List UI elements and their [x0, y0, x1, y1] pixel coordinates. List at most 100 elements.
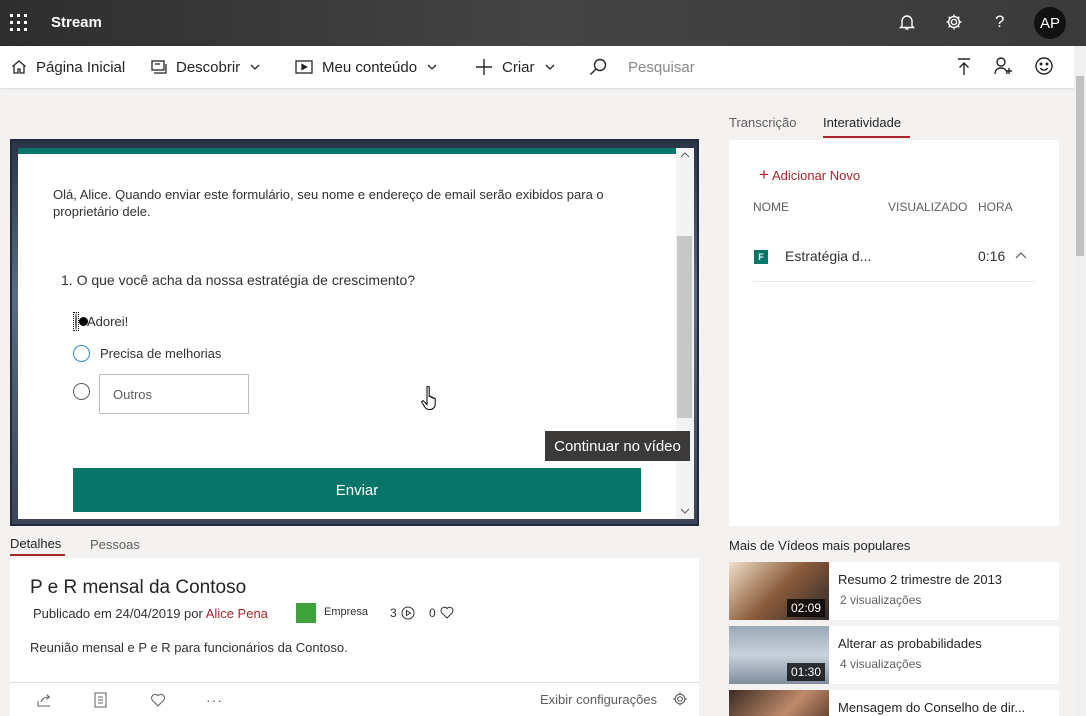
chevron-down-icon — [545, 64, 555, 70]
play-circle-icon — [401, 606, 415, 620]
form-intro-text: Olá, Alice. Quando enviar este formulári… — [53, 187, 604, 219]
forms-overlay: Olá, Alice. Quando enviar este formulári… — [18, 148, 694, 519]
video-card[interactable]: 01:30 Alterar as probabilidades 4 visual… — [729, 626, 1059, 684]
video-card-title[interactable]: Resumo 2 trimestre de 2013 — [838, 572, 1002, 587]
group-name[interactable]: Empresa — [324, 606, 368, 618]
video-thumbnail[interactable]: 01:30 — [729, 626, 829, 684]
popular-videos-title: Mais de Vídeos mais populares — [729, 538, 911, 553]
video-card[interactable]: 02:09 Resumo 2 trimestre de 2013 2 visua… — [729, 562, 1059, 620]
nav-discover[interactable]: Descobrir — [151, 46, 260, 88]
column-header-viewed: VISUALIZADO — [888, 200, 968, 214]
video-card-title[interactable]: Alterar as probabilidades — [838, 636, 982, 651]
row-name: Estratégia d... — [785, 248, 872, 264]
app-launcher-icon[interactable] — [10, 14, 28, 32]
add-new-label: Adicionar Novo — [771, 167, 861, 183]
submit-button[interactable]: Enviar — [73, 468, 641, 512]
video-card-views: 4 visualizações — [840, 657, 922, 671]
tab-people[interactable]: Pessoas — [90, 537, 140, 552]
video-thumbnail[interactable]: 02:09 — [729, 562, 829, 620]
tab-transcript[interactable]: Transcrição — [729, 115, 796, 130]
nav-home[interactable]: Página Inicial — [11, 46, 125, 88]
video-thumbnail[interactable] — [729, 690, 829, 716]
more-icon[interactable]: ··· — [206, 692, 223, 708]
search-input[interactable]: Pesquisar — [628, 59, 695, 76]
video-card-title[interactable]: Mensagem do Conselho de dir... — [838, 700, 1025, 715]
form-question: 1. O que você acha da nossa estratégia d… — [61, 272, 416, 288]
nav-home-label: Página Inicial — [36, 58, 126, 76]
video-card-views: 2 visualizações — [840, 593, 922, 607]
like-count: 0 — [429, 606, 436, 620]
column-header-name: NOME — [753, 200, 789, 214]
nav-discover-label: Descobrir — [176, 58, 241, 76]
tab-details[interactable]: Detalhes — [10, 536, 61, 551]
video-title: P e R mensal da Contoso — [30, 577, 247, 598]
bell-icon[interactable] — [898, 13, 916, 31]
plus-icon: + — [759, 165, 769, 184]
published-info: Publicado em 24/04/2019 por Alice Pena — [33, 606, 268, 621]
chevron-down-icon[interactable] — [680, 508, 690, 514]
settings-link[interactable]: Exibir configurações — [540, 692, 657, 707]
continue-video-button[interactable]: Continuar no vídeo — [545, 431, 690, 461]
add-person-icon[interactable] — [994, 57, 1014, 75]
app-title[interactable]: Stream — [51, 14, 102, 31]
row-time: 0:16 — [978, 248, 1006, 264]
radio-unselected[interactable] — [73, 345, 90, 362]
group-icon — [296, 603, 316, 623]
nav-create-label: Criar — [502, 58, 535, 76]
video-duration: 01:30 — [786, 663, 825, 681]
video-description: Reunião mensal e P e R para funcionários… — [30, 640, 348, 655]
heart-icon[interactable] — [150, 693, 166, 707]
help-icon[interactable]: ? — [995, 12, 1004, 32]
video-card[interactable]: Mensagem do Conselho de dir... — [729, 690, 1059, 716]
option-label: Adorei! — [87, 314, 129, 329]
form-scrollbar[interactable] — [676, 148, 694, 519]
other-input[interactable]: Outros — [99, 374, 249, 414]
published-prefix: Publicado em 24/04/2019 por — [33, 606, 203, 621]
nav-bar: Página Inicial Descobrir Meu conteúdo Cr… — [0, 46, 1074, 88]
share-icon[interactable] — [37, 693, 53, 707]
gear-icon[interactable] — [672, 691, 688, 707]
smiley-icon[interactable] — [1035, 57, 1053, 75]
option-adorei[interactable]: Adorei! — [73, 312, 128, 331]
avatar[interactable]: AP — [1034, 7, 1066, 39]
gear-icon[interactable] — [945, 13, 963, 31]
radio-unselected[interactable] — [73, 383, 90, 400]
home-icon — [11, 59, 27, 75]
form-accent-stripe — [18, 148, 676, 154]
chevron-down-icon — [427, 64, 437, 70]
details-card: P e R mensal da Contoso Publicado em 24/… — [10, 558, 699, 716]
video-duration: 02:09 — [786, 599, 825, 617]
forms-icon: F — [754, 250, 768, 264]
discover-icon — [151, 60, 167, 74]
scrollbar-thumb[interactable] — [1076, 76, 1084, 256]
add-to-list-icon[interactable] — [94, 692, 108, 708]
author-link[interactable]: Alice Pena — [206, 606, 268, 621]
video-icon — [295, 60, 313, 74]
focus-outline — [73, 312, 79, 331]
view-count: 3 — [390, 606, 397, 620]
tab-underline — [10, 554, 65, 556]
radio-selected[interactable] — [75, 313, 77, 330]
heart-icon[interactable] — [440, 606, 454, 619]
scrollbar-thumb[interactable] — [677, 236, 692, 418]
search-icon[interactable] — [589, 58, 607, 76]
chevron-up-icon[interactable] — [680, 152, 690, 158]
upload-icon[interactable] — [957, 58, 971, 76]
chevron-up-icon[interactable] — [1015, 252, 1027, 259]
top-bar: Stream ? AP — [0, 0, 1086, 46]
plus-icon — [475, 58, 493, 76]
page-scrollbar[interactable] — [1074, 46, 1086, 716]
interactivity-panel: + Adicionar Novo NOME VISUALIZADO HORA F… — [729, 140, 1059, 526]
add-new-button[interactable]: + Adicionar Novo — [759, 165, 860, 185]
option-precisa-melhorias[interactable]: Precisa de melhorias — [73, 345, 221, 362]
option-label: Precisa de melhorias — [100, 346, 222, 361]
tab-underline — [823, 136, 910, 138]
nav-create[interactable]: Criar — [475, 46, 555, 88]
nav-my-content[interactable]: Meu conteúdo — [295, 46, 437, 88]
table-row[interactable]: F Estratégia d... 0:16 — [753, 236, 1035, 282]
tab-interactivity[interactable]: Interatividade — [823, 115, 901, 130]
hand-cursor-icon — [420, 385, 440, 411]
action-bar: ··· Exibir configurações — [10, 682, 699, 716]
column-header-time: HORA — [978, 200, 1013, 214]
option-outros[interactable] — [73, 383, 90, 400]
